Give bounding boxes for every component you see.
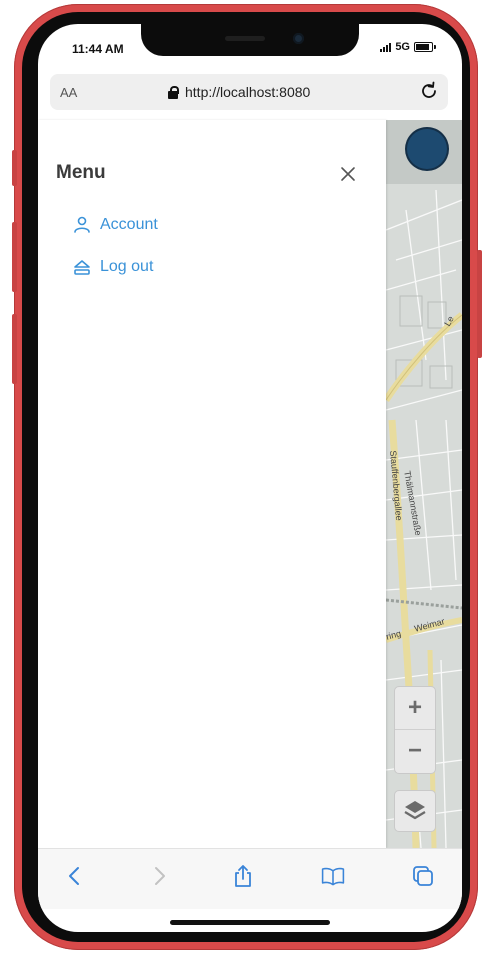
zoom-in-button[interactable]: +	[395, 687, 435, 730]
power-button	[477, 250, 482, 358]
user-icon	[74, 216, 90, 233]
logout-icon	[74, 260, 90, 275]
tabs-button[interactable]	[410, 863, 436, 889]
volume-down-button	[12, 314, 17, 384]
side-menu-panel: Menu Account Log out	[38, 120, 386, 848]
map-view[interactable]: Le Thälmannstraße Stauffenbergallee Weim…	[386, 120, 462, 848]
phone-screen: 11:44 AM 5G AA http://localhost:8080 Le …	[38, 24, 462, 932]
url-display[interactable]: http://localhost:8080	[168, 84, 310, 100]
forward-icon	[155, 867, 165, 885]
browser-toolbar	[38, 848, 462, 909]
lock-icon	[168, 86, 179, 99]
bookmarks-icon	[321, 867, 345, 886]
mute-switch	[12, 150, 17, 186]
speaker-grille	[225, 36, 265, 41]
url-text: http://localhost:8080	[185, 84, 311, 100]
avatar[interactable]	[407, 129, 447, 169]
back-button[interactable]	[62, 863, 88, 889]
tabs-icon	[413, 866, 433, 886]
share-button[interactable]	[230, 863, 256, 889]
menu-item-account[interactable]: Account	[72, 216, 158, 234]
share-icon	[235, 865, 251, 887]
zoom-control: + −	[394, 686, 436, 774]
menu-item-label: Log out	[100, 258, 154, 275]
battery-tip	[434, 45, 436, 49]
battery-icon	[414, 42, 433, 52]
reload-icon[interactable]	[418, 80, 440, 102]
home-indicator[interactable]	[170, 920, 330, 925]
back-icon	[69, 867, 79, 885]
bookmarks-button[interactable]	[320, 863, 346, 889]
text-size-button[interactable]: AA	[60, 85, 77, 100]
menu-title: Menu	[56, 162, 106, 183]
network-type: 5G	[395, 41, 410, 53]
layers-button[interactable]	[394, 790, 436, 832]
notch	[141, 24, 359, 56]
zoom-out-button[interactable]: −	[395, 730, 435, 772]
menu-item-logout[interactable]: Log out	[72, 258, 153, 276]
menu-item-label: Account	[100, 216, 158, 233]
forward-button[interactable]	[146, 863, 172, 889]
status-time: 11:44 AM	[72, 42, 124, 56]
status-indicators: 5G	[380, 41, 436, 53]
signal-icon	[380, 42, 392, 52]
layers-icon	[404, 801, 426, 820]
address-bar[interactable]: AA http://localhost:8080	[50, 74, 448, 110]
close-icon[interactable]	[338, 164, 358, 184]
front-camera	[293, 33, 304, 44]
volume-up-button	[12, 222, 17, 292]
